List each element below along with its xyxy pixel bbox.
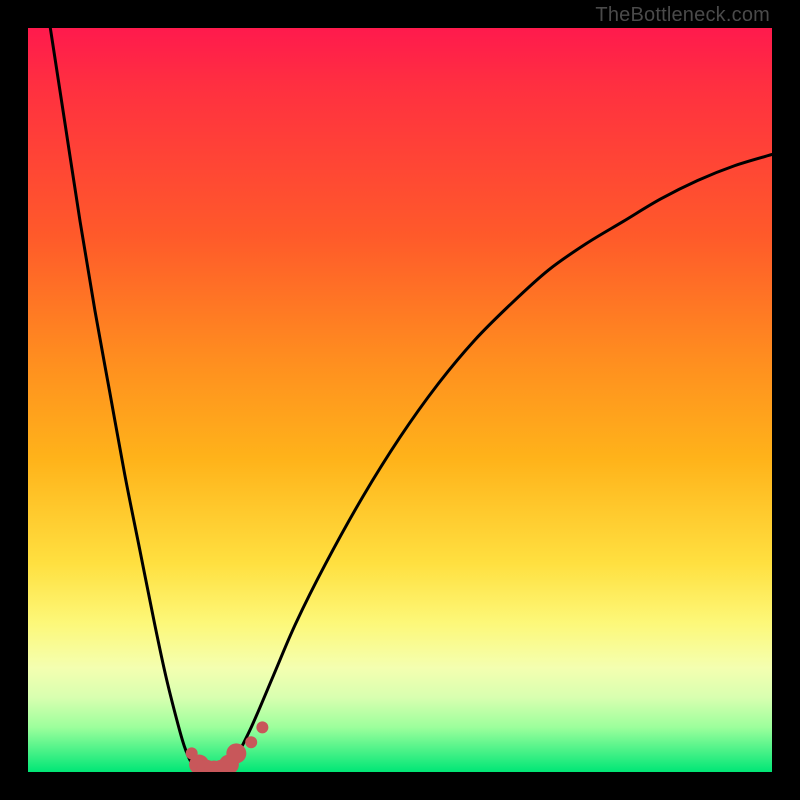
valley-marker xyxy=(245,736,257,748)
curve-layer xyxy=(28,28,772,772)
left-curve xyxy=(50,28,206,772)
attribution-text: TheBottleneck.com xyxy=(595,4,770,27)
chart-frame: TheBottleneck.com xyxy=(0,0,800,800)
plot-area xyxy=(28,28,772,772)
valley-marker xyxy=(226,743,246,763)
right-curve xyxy=(229,154,772,772)
valley-marker xyxy=(256,721,268,733)
